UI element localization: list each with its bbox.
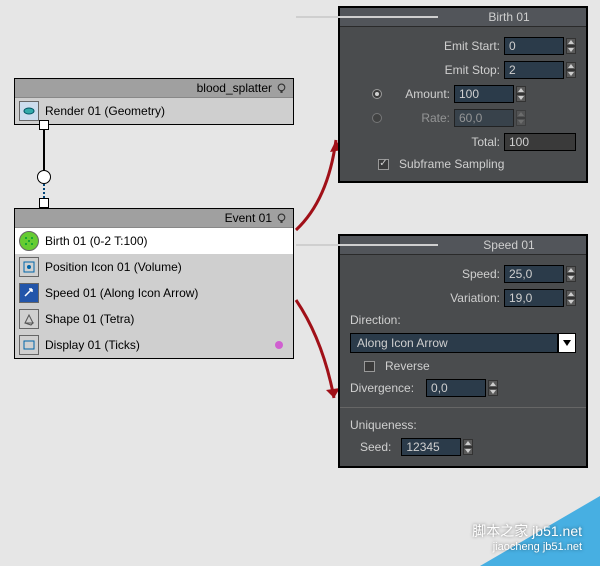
total-label: Total: xyxy=(350,135,500,149)
speed-input[interactable] xyxy=(504,265,564,283)
reverse-checkbox[interactable] xyxy=(364,361,375,372)
display-icon xyxy=(19,335,39,355)
speed-panel: Speed 01 Speed: Variation: Direction: Al… xyxy=(338,234,588,468)
speed-operator-row[interactable]: Speed 01 (Along Icon Arrow) xyxy=(15,280,293,306)
display-color-dot xyxy=(275,341,283,349)
spin-down[interactable] xyxy=(566,46,576,54)
spin-down[interactable] xyxy=(566,298,576,306)
birth-panel-title-text: Birth 01 xyxy=(438,10,580,24)
amount-label: Amount: xyxy=(386,87,450,101)
spin-up[interactable] xyxy=(488,380,498,388)
spin-down[interactable] xyxy=(516,94,526,102)
position-label: Position Icon 01 (Volume) xyxy=(45,260,182,274)
seed-input[interactable] xyxy=(401,438,461,456)
spin-down[interactable] xyxy=(566,70,576,78)
event-node[interactable]: Event 01 Birth 01 (0-2 T:100) Position I… xyxy=(14,208,294,359)
birth-icon xyxy=(19,231,39,251)
blood-splatter-node[interactable]: blood_splatter Render 01 (Geometry) xyxy=(14,78,294,125)
in-connector[interactable] xyxy=(39,198,49,208)
position-icon xyxy=(19,257,39,277)
amount-input[interactable] xyxy=(454,85,514,103)
subframe-label: Subframe Sampling xyxy=(399,157,504,171)
wm-line2: jiaocheng jb51.net xyxy=(472,540,582,554)
amount-radio[interactable] xyxy=(372,89,382,99)
emit-stop-input[interactable] xyxy=(504,61,564,79)
spin-up[interactable] xyxy=(566,38,576,46)
shape-icon xyxy=(19,309,39,329)
variation-input[interactable] xyxy=(504,289,564,307)
birth-operator-row[interactable]: Birth 01 (0-2 T:100) xyxy=(15,228,293,254)
render-operator-row[interactable]: Render 01 (Geometry) xyxy=(15,98,293,124)
emit-start-label: Emit Start: xyxy=(350,39,500,53)
shape-operator-row[interactable]: Shape 01 (Tetra) xyxy=(15,306,293,332)
speed-label: Speed: xyxy=(350,267,500,281)
rate-input xyxy=(454,109,514,127)
speed-label: Speed 01 (Along Icon Arrow) xyxy=(45,286,198,300)
spin-up[interactable] xyxy=(463,439,473,447)
rate-radio[interactable] xyxy=(372,113,382,123)
speed-icon xyxy=(19,283,39,303)
spin-down[interactable] xyxy=(488,388,498,396)
shape-label: Shape 01 (Tetra) xyxy=(45,312,134,326)
direction-dropdown[interactable]: Along Icon Arrow xyxy=(350,333,576,353)
total-display xyxy=(504,133,576,151)
display-label: Display 01 (Ticks) xyxy=(45,338,140,352)
watermark: 脚本之家 jb51.net jiaocheng jb51.net xyxy=(472,522,582,554)
birth-panel-title[interactable]: Birth 01 xyxy=(340,8,586,27)
spin-up[interactable] xyxy=(516,86,526,94)
emit-start-input[interactable] xyxy=(504,37,564,55)
display-operator-row[interactable]: Display 01 (Ticks) xyxy=(15,332,293,358)
connector-line2 xyxy=(43,184,45,198)
rate-label: Rate: xyxy=(386,111,450,125)
render-label: Render 01 (Geometry) xyxy=(45,104,165,118)
collapse-icon[interactable] xyxy=(296,244,438,246)
lightbulb-icon[interactable] xyxy=(276,83,287,94)
birth-label: Birth 01 (0-2 T:100) xyxy=(45,234,148,248)
chevron-down-icon[interactable] xyxy=(558,333,576,353)
spin-down xyxy=(516,118,526,126)
spin-up[interactable] xyxy=(566,266,576,274)
event-title-text: Event 01 xyxy=(225,211,272,225)
seed-label: Seed: xyxy=(360,440,391,454)
connector-circle[interactable] xyxy=(37,170,51,184)
spin-up xyxy=(516,110,526,118)
event-title-bar: Event 01 xyxy=(15,209,293,228)
direction-label: Direction: xyxy=(350,313,576,327)
lightbulb-icon[interactable] xyxy=(276,213,287,224)
birth-panel: Birth 01 Emit Start: Emit Stop: Amount: xyxy=(338,6,588,183)
position-operator-row[interactable]: Position Icon 01 (Volume) xyxy=(15,254,293,280)
emit-stop-label: Emit Stop: xyxy=(350,63,500,77)
render-icon xyxy=(19,101,39,121)
divergence-input[interactable] xyxy=(426,379,486,397)
spin-up[interactable] xyxy=(566,290,576,298)
spin-down[interactable] xyxy=(566,274,576,282)
divider xyxy=(340,407,586,408)
out-connector[interactable] xyxy=(39,120,49,130)
node-title: blood_splatter xyxy=(15,79,293,98)
speed-panel-title[interactable]: Speed 01 xyxy=(340,236,586,255)
spin-up[interactable] xyxy=(566,62,576,70)
collapse-icon[interactable] xyxy=(296,16,438,18)
speed-panel-title-text: Speed 01 xyxy=(438,238,580,252)
node-title-text: blood_splatter xyxy=(197,81,272,95)
direction-value: Along Icon Arrow xyxy=(350,333,558,353)
subframe-checkbox[interactable] xyxy=(378,159,389,170)
reverse-label: Reverse xyxy=(385,359,430,373)
spin-down[interactable] xyxy=(463,447,473,455)
variation-label: Variation: xyxy=(350,291,500,305)
divergence-label: Divergence: xyxy=(350,381,414,395)
wm-line1: 脚本之家 jb51.net xyxy=(472,522,582,540)
uniqueness-label: Uniqueness: xyxy=(350,418,576,432)
